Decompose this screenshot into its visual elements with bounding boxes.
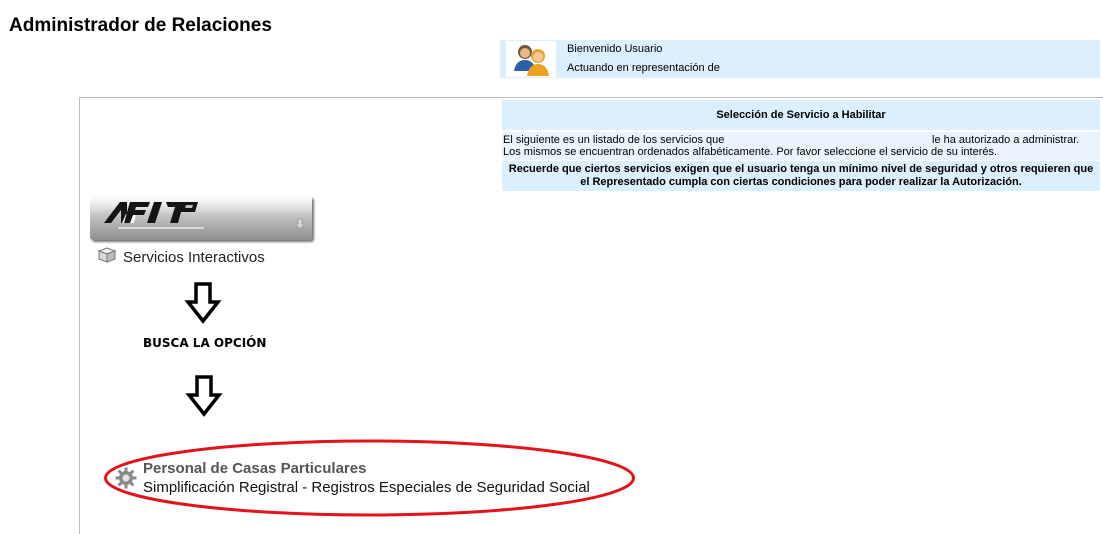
service-selection-panel: Selección de Servicio a Habilitar El sig… xyxy=(502,100,1100,191)
service-title: Personal de Casas Particulares xyxy=(143,460,367,477)
gear-icon xyxy=(115,467,137,494)
instruction-label: BUSCA LA OPCIÓN xyxy=(143,336,267,350)
welcome-text: Bienvenido Usuario xyxy=(567,43,663,55)
service-subtitle: Simplificación Registral - Registros Esp… xyxy=(143,479,590,496)
description-line1-start: El siguiente es un listado de los servic… xyxy=(503,134,725,146)
sidebar-item-label: Servicios Interactivos xyxy=(123,248,265,266)
package-icon xyxy=(97,246,117,268)
service-selection-description: El siguiente es un listado de los servic… xyxy=(502,132,1100,160)
user-info-box: Bienvenido Usuario Actuando en represent… xyxy=(500,40,1100,78)
hollow-down-arrow-icon xyxy=(184,281,222,330)
service-selection-header: Selección de Servicio a Habilitar xyxy=(502,100,1100,130)
acting-as-text: Actuando en representación de xyxy=(567,62,720,74)
page-title: Administrador de Relaciones xyxy=(9,15,272,36)
highlight-ellipse xyxy=(104,439,635,517)
sidebar-item-servicios-interactivos[interactable]: Servicios Interactivos xyxy=(97,246,265,268)
description-line1-end: le ha autorizado a administrar. xyxy=(932,134,1080,146)
hollow-down-arrow-icon xyxy=(185,374,223,423)
down-arrow-icon xyxy=(294,217,306,235)
security-note: Recuerde que ciertos servicios exigen qu… xyxy=(502,161,1100,191)
description-line2: Los mismos se encuentran ordenados alfab… xyxy=(503,146,998,158)
afip-logo[interactable] xyxy=(90,196,312,240)
users-avatar-icon xyxy=(506,41,556,77)
